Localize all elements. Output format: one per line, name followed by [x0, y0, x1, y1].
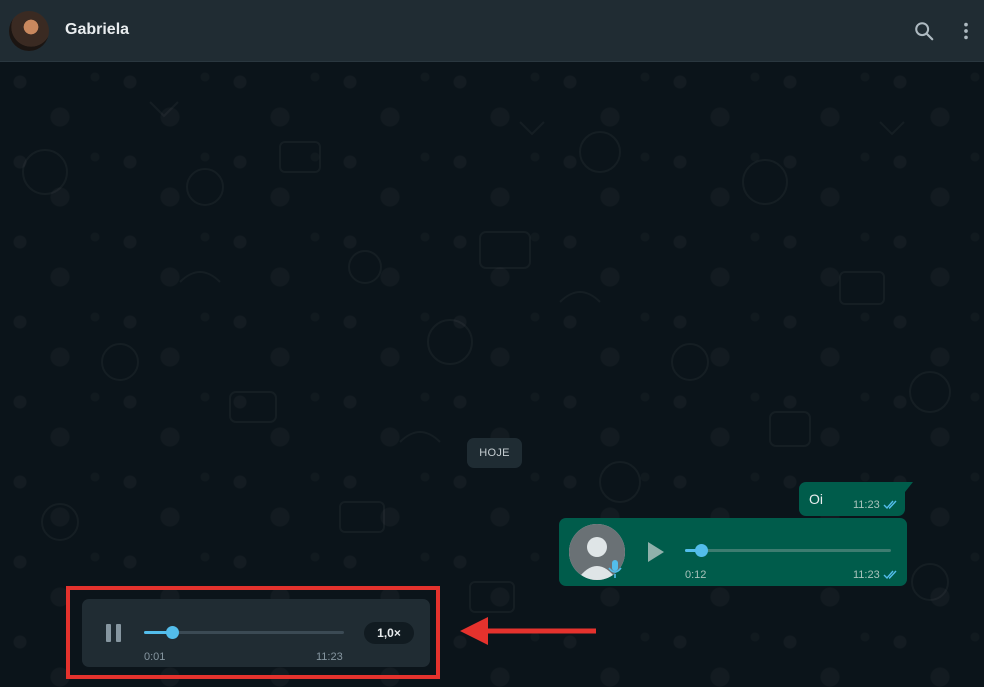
microphone-icon — [608, 560, 622, 578]
read-ticks-icon — [883, 500, 897, 510]
player-elapsed: 0:01 — [144, 651, 166, 663]
outgoing-voice-message[interactable]: 0:12 11:23 — [559, 518, 907, 586]
voice-progress-knob[interactable] — [695, 544, 708, 557]
playback-speed-button[interactable]: 1,0× — [364, 622, 414, 644]
outgoing-text-message[interactable]: Oi 11:23 — [799, 482, 913, 516]
message-time: 11:23 — [853, 499, 880, 511]
player-progress-knob[interactable] — [166, 626, 179, 639]
arrow-icon — [460, 617, 596, 645]
search-icon[interactable] — [913, 20, 935, 42]
voice-time: 11:23 — [853, 569, 880, 581]
voice-progress-track[interactable] — [685, 549, 891, 552]
player-time: 11:23 — [316, 651, 343, 663]
voice-duration: 0:12 — [685, 569, 707, 581]
date-badge: HOJE — [467, 438, 522, 468]
play-button[interactable] — [643, 540, 667, 564]
audio-player[interactable]: 0:01 11:23 1,0× — [82, 599, 430, 667]
contact-avatar[interactable] — [9, 11, 49, 51]
read-ticks-icon — [883, 570, 897, 580]
chat-header: Gabriela — [0, 0, 984, 62]
menu-icon[interactable] — [955, 20, 977, 42]
contact-name[interactable]: Gabriela — [65, 21, 129, 39]
message-text: Oi — [809, 491, 823, 507]
pause-button[interactable] — [104, 622, 124, 644]
